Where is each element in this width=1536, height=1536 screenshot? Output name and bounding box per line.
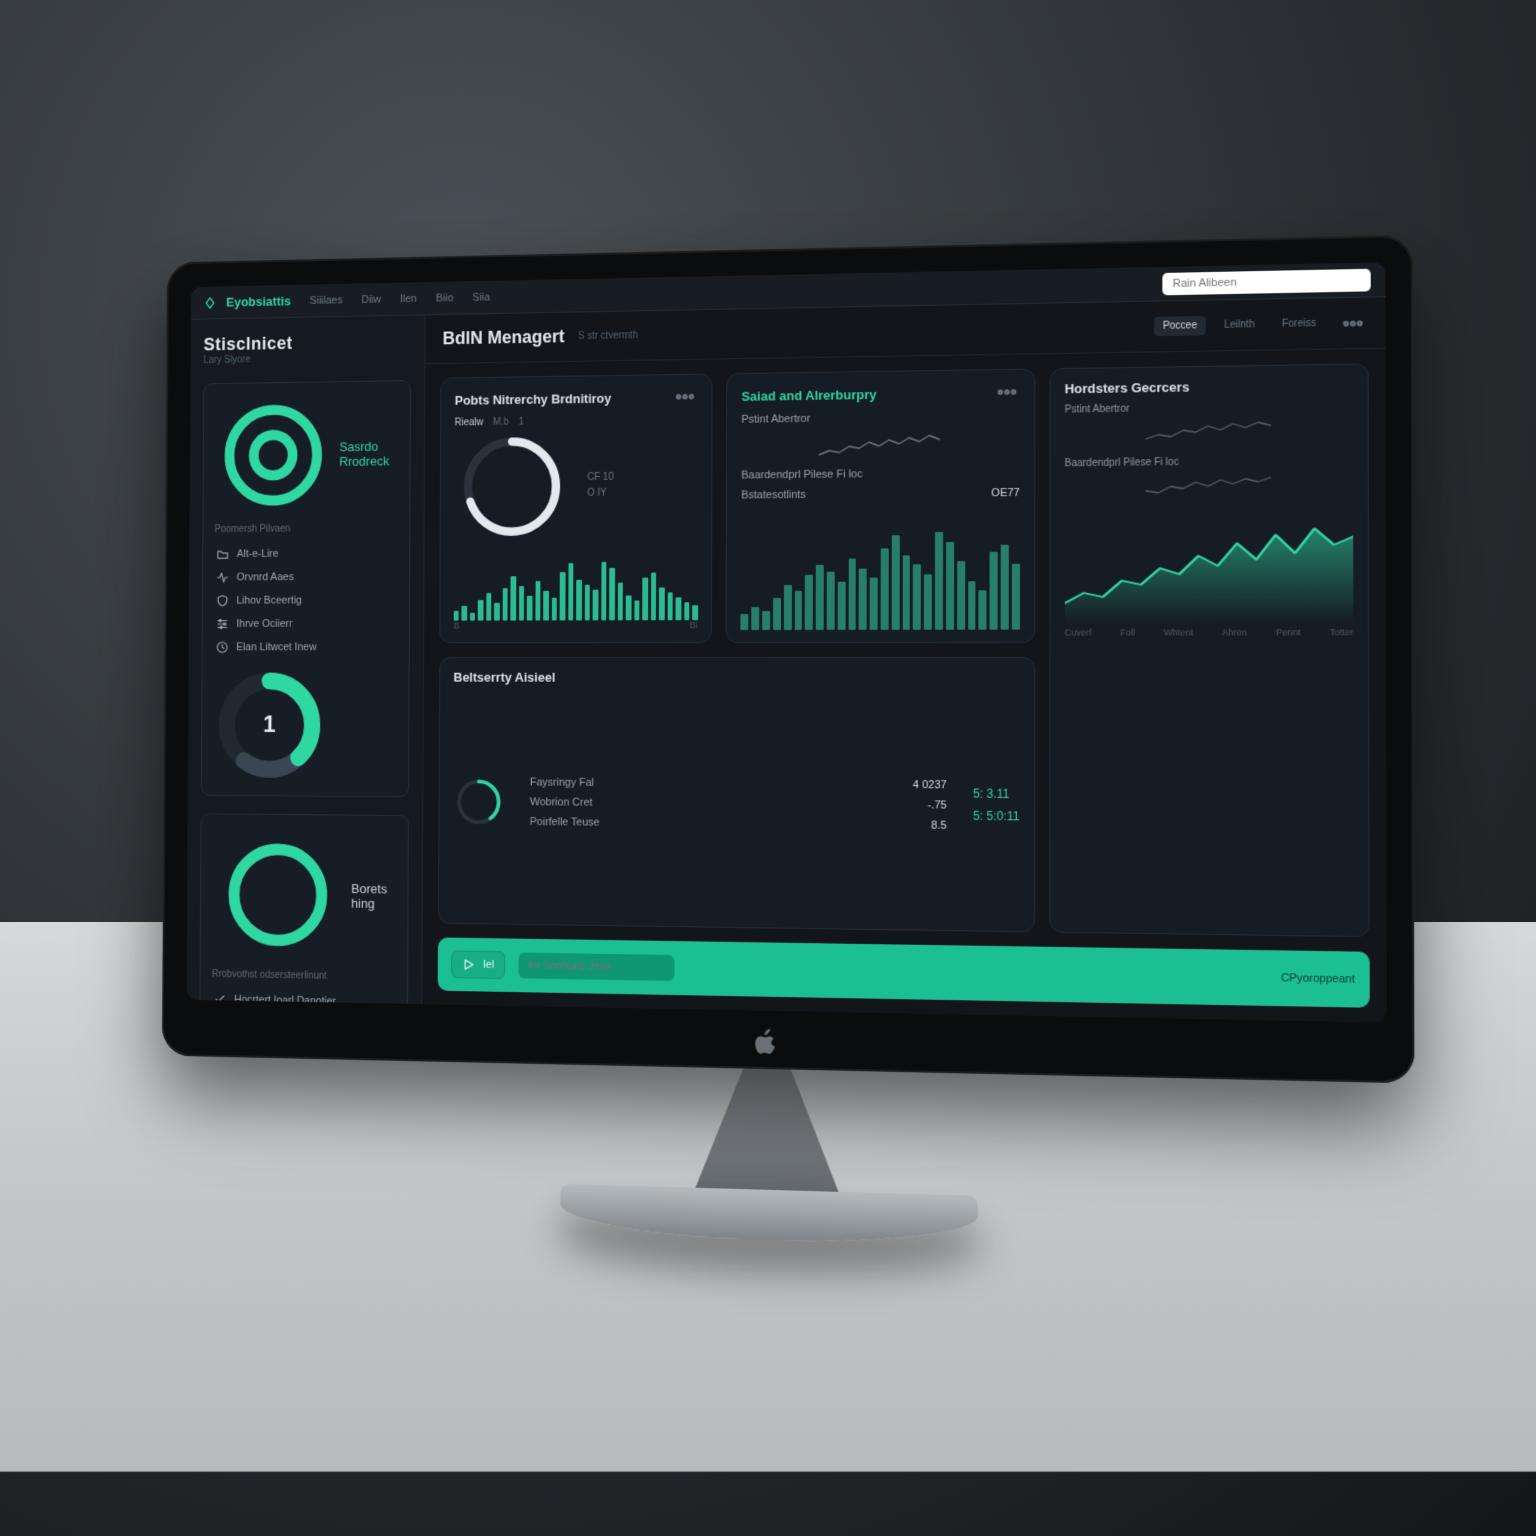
metrics-row-1: Baardendprl Pilese Fi loc xyxy=(741,467,1020,482)
main-tab-2[interactable]: Foreiss xyxy=(1274,314,1325,334)
play-icon xyxy=(462,958,476,972)
brand-label: Eyobsiattis xyxy=(226,294,291,310)
sidebar-card-tasks-sub: Rrobvothst odsersteerlinunt xyxy=(212,969,396,983)
activity-more-button[interactable] xyxy=(673,387,699,407)
trend-card: Hordsters Gecrcers Pstint Abertror Baard… xyxy=(1049,363,1370,937)
metrics-row-0: Pstint Abertror xyxy=(741,410,1019,426)
stats-ring-icon xyxy=(453,775,505,829)
main-content: BdlN Menagert S str ctvermth Poccee Leil… xyxy=(422,297,1386,1022)
dots-icon xyxy=(673,384,699,410)
activity-card: Pobts Nitrerchy Brdnitiroy Riealw M.b 1 xyxy=(439,373,713,643)
topbar-menu-4[interactable]: Siia xyxy=(472,291,490,303)
main-tab-1[interactable]: Leilnth xyxy=(1216,315,1263,335)
activity-icon xyxy=(216,570,229,584)
sidebar-item-3[interactable]: Ihrve Ociierr xyxy=(214,612,398,636)
apple-logo-icon xyxy=(754,1029,780,1056)
sidebar: Stisclnicet Lary Slyore Sasrdo Rrodreck … xyxy=(186,315,425,1004)
dots-icon xyxy=(993,379,1019,406)
page-subtitle: Lary Slyore xyxy=(203,352,411,366)
sidebar-card-overview-title: Sasrdo Rrodreck xyxy=(215,393,399,516)
gauge-labels: CF 10 O IY xyxy=(587,470,614,502)
stats-row-2: Poirfelle Teuse8.5 xyxy=(530,816,947,832)
activity-gauge xyxy=(454,427,570,546)
action-hint: CPyoroppeant xyxy=(1281,972,1355,986)
activity-title: Pobts Nitrerchy Brdnitiroy xyxy=(455,390,612,407)
sidebar-item-4[interactable]: Elan Litwcet Inew xyxy=(214,635,398,659)
more-options-button[interactable] xyxy=(1339,312,1366,333)
sidebar-card-overview-sub: Poomersh Pilvaen xyxy=(214,523,397,535)
folder-icon xyxy=(216,547,229,561)
topbar-menu-0[interactable]: Siiilaes xyxy=(310,294,343,306)
monitor: Eyobsiattis Siiilaes Diiw Ilen Biio Siia… xyxy=(162,235,1415,1083)
activity-bar-chart xyxy=(454,545,698,621)
donut-center-value: 1 xyxy=(213,666,326,783)
sidebar-item-2[interactable]: Lihov Bceertig xyxy=(214,588,398,612)
action-input[interactable] xyxy=(518,953,674,981)
metrics-sparkline xyxy=(741,430,1020,461)
sidebar-task-0[interactable]: Hocrtert Ioarl Danotier xyxy=(212,988,396,1015)
stats-row-1: Wobrion Cret-.75 xyxy=(530,796,947,811)
circle-icon xyxy=(212,826,344,964)
trend-spark-1 xyxy=(1065,416,1353,448)
metrics-title: Saiad and Alrerburpry xyxy=(741,386,876,403)
action-chip[interactable]: Iel xyxy=(451,950,505,979)
trend-area-chart xyxy=(1065,510,1354,624)
monitor-bezel: Eyobsiattis Siiilaes Diiw Ilen Biio Siia… xyxy=(162,235,1415,1083)
main-tab-0[interactable]: Poccee xyxy=(1155,316,1206,336)
metrics-row-2: BstatesotlintsOE77 xyxy=(741,487,1020,501)
topbar-menu-3[interactable]: Biio xyxy=(436,292,454,304)
main-subtitle: S str ctvermth xyxy=(578,330,638,342)
sidebar-item-1[interactable]: Orvnrd Aaes xyxy=(214,565,398,589)
sidebar-card-overview: Sasrdo Rrodreck Poomersh Pilvaen Alt-e-L… xyxy=(201,380,411,797)
clock-icon xyxy=(216,640,229,654)
circle-outline-icon xyxy=(213,1016,226,1022)
trend-spark-2 xyxy=(1065,471,1354,502)
metrics-bar-chart xyxy=(741,505,1020,630)
stats-extra-1: 5: 5:0:11 xyxy=(973,806,1020,828)
stats-title: Beltserrty Aisieel xyxy=(453,670,555,685)
sidebar-task-1[interactable]: Itteansset Expotermic xyxy=(211,1011,395,1022)
sidebar-donut-chart: 1 xyxy=(213,666,326,783)
dots-icon xyxy=(1339,309,1366,336)
trend-axis: CuverfFoll WhtentAhren PenntTotter xyxy=(1065,627,1354,638)
brand-logo-icon xyxy=(204,295,219,311)
check-icon xyxy=(213,993,226,1007)
screen: Eyobsiattis Siiilaes Diiw Ilen Biio Siia… xyxy=(186,262,1386,1022)
topbar-menu-2[interactable]: Ilen xyxy=(400,293,417,305)
sidebar-card-tasks: Borets hing Rrobvothst odsersteerlinunt … xyxy=(199,813,409,1023)
stats-card: Beltserrty Aisieel Faysringy Fal4 0237 W… xyxy=(438,657,1035,932)
topbar-menu-1[interactable]: Diiw xyxy=(361,293,381,305)
target-icon xyxy=(215,394,332,516)
shield-icon xyxy=(216,594,229,608)
search-input[interactable] xyxy=(1162,268,1370,295)
sidebar-card-tasks-title: Borets hing xyxy=(212,826,397,965)
trend-title: Hordsters Gecrcers xyxy=(1065,379,1190,396)
main-title: BdlN Menagert xyxy=(443,326,565,349)
metrics-card: Saiad and Alrerburpry Pstint Abertror Ba… xyxy=(726,368,1035,643)
sidebar-item-0[interactable]: Alt-e-Lire xyxy=(214,541,398,565)
brand[interactable]: Eyobsiattis xyxy=(204,293,291,310)
stats-extra-0: 5: 3.11 xyxy=(973,784,1020,806)
main-tabs: Poccee Leilnth Foreiss xyxy=(1155,314,1325,336)
metrics-more-button[interactable] xyxy=(993,382,1019,403)
sliders-icon xyxy=(216,617,229,631)
stats-row-0: Faysringy Fal4 0237 xyxy=(530,777,947,792)
